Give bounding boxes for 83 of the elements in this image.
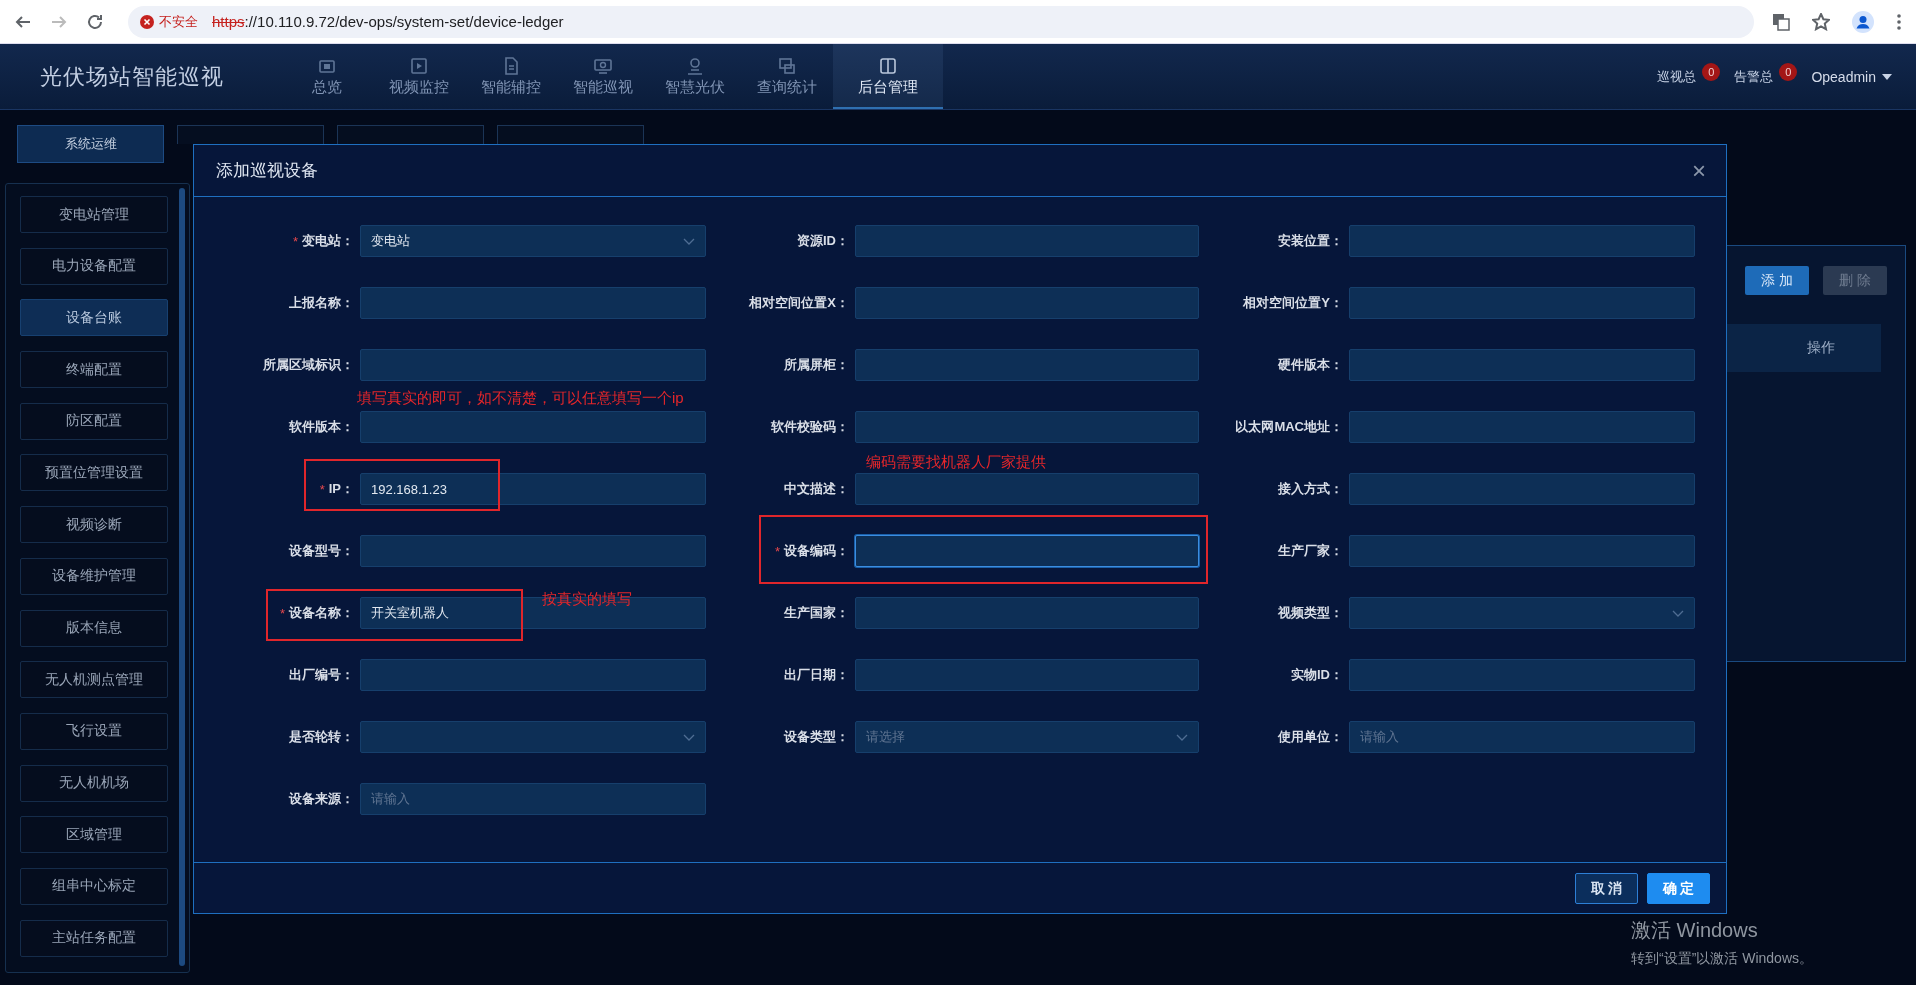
nav-tab[interactable]: 视频监控 (373, 44, 465, 109)
field-label: 设备名称： (289, 604, 354, 622)
field-label: 设备型号： (289, 542, 354, 560)
field-label: 生产国家： (784, 604, 849, 622)
field-label: 是否轮转： (289, 728, 354, 746)
tab[interactable]: 系统运维 (17, 125, 164, 163)
field-label: 接入方式： (1278, 480, 1343, 498)
nav-tab[interactable]: 查询统计 (741, 44, 833, 109)
cancel-button[interactable]: 取 消 (1575, 873, 1638, 904)
add-button[interactable]: 添 加 (1745, 266, 1809, 295)
field-label: 软件版本： (289, 418, 354, 436)
sidebar-item[interactable]: 预置位管理设置 (20, 454, 168, 492)
count-badge: 0 (1779, 62, 1798, 81)
user-name[interactable]: Opeadmin (1811, 68, 1876, 85)
field-label: 出厂日期： (784, 666, 849, 684)
sidebar-item[interactable]: 视频诊断 (20, 506, 168, 544)
required-mark: * (774, 543, 780, 559)
field-label: 以太网MAC地址： (1235, 418, 1343, 436)
field-label: 硬件版本： (1278, 356, 1343, 374)
sidebar-item[interactable]: 版本信息 (20, 609, 168, 647)
field-label: 中文描述： (784, 480, 849, 498)
field-label: 视频类型： (1278, 604, 1343, 622)
placeholder-text: 请输入 (371, 790, 410, 808)
nav-tab[interactable]: 总览 (281, 44, 373, 109)
field-label: 设备编码： (784, 542, 849, 560)
column-header: 操作 (1806, 338, 1836, 357)
url-scheme: https (212, 13, 245, 30)
nav-tab[interactable]: 智慧光伏 (649, 44, 741, 109)
required-mark: * (319, 481, 325, 497)
field-label: 软件校验码： (771, 418, 849, 436)
field-label: 上报名称： (289, 294, 354, 312)
app-title: 光伏场站智能巡视 (39, 62, 225, 91)
sidebar-item[interactable]: 设备台账 (20, 299, 168, 337)
placeholder-text: 请选择 (866, 728, 905, 746)
field-label: 设备来源： (289, 790, 354, 808)
field-value: 192.168.1.23 (371, 481, 447, 497)
field-value: 开关室机器人 (371, 604, 449, 622)
field-label: 相对空间位置Y： (1243, 294, 1343, 312)
sidebar-item[interactable]: 设备维护管理 (20, 557, 168, 595)
select-field[interactable]: 变电站 (360, 225, 706, 257)
field-label: 相对空间位置X： (749, 294, 849, 312)
counter-label: 告警总 (1734, 67, 1774, 86)
field-label: 所属屏柜： (784, 356, 849, 374)
sidebar-item[interactable]: 无人机测点管理 (20, 661, 168, 699)
field-label: IP： (328, 480, 354, 498)
field-label: 变电站： (302, 232, 354, 250)
security-chip[interactable]: 不安全 (140, 12, 198, 31)
required-mark: * (292, 233, 298, 249)
sidebar-item[interactable]: 终端配置 (20, 351, 168, 389)
field-label: 安装位置： (1278, 232, 1343, 250)
nav-tab[interactable]: 后台管理 (833, 44, 943, 109)
annotation-text: 填写真实的即可，如不清楚，可以任意填写一个ip (357, 389, 684, 408)
placeholder-text: 请输入 (1360, 728, 1399, 746)
count-badge: 0 (1702, 62, 1721, 81)
address-bar[interactable]: 不安全 https://10.110.9.72/dev-ops/system-set/device-ledger (128, 5, 1754, 38)
field-label: 使用单位： (1278, 728, 1343, 746)
security-label: 不安全 (159, 12, 198, 31)
close-button[interactable]: × (1692, 158, 1706, 183)
field-label: 出厂编号： (289, 666, 354, 684)
field-label: 所属区域标识： (263, 356, 354, 374)
field-label: 资源ID： (797, 232, 849, 250)
nav-tab[interactable]: 智能巡视 (557, 44, 649, 109)
activation-title: 激活 Windows (1631, 918, 1759, 943)
sidebar-item[interactable]: 无人机机场 (20, 764, 168, 802)
sidebar-item[interactable]: 飞行设置 (20, 712, 168, 750)
field-label: 实物ID： (1291, 666, 1343, 684)
activation-hint: 转到“设置”以激活 Windows。 (1631, 950, 1813, 968)
url-text: ://10.110.9.72/dev-ops/system-set/device-ledger (244, 13, 564, 30)
sidebar-item[interactable]: 变电站管理 (20, 196, 168, 233)
annotation-text: 编码需要找机器人厂家提供 (866, 453, 1046, 472)
sidebar-item[interactable]: 电力设备配置 (20, 247, 168, 285)
field-value: 变电站 (371, 232, 410, 250)
required-mark: * (279, 605, 285, 621)
sidebar-item[interactable]: 主站任务配置 (20, 919, 168, 957)
sidebar-item[interactable]: 组串中心标定 (20, 867, 168, 905)
field-label: 生产厂家： (1278, 542, 1343, 560)
sidebar-item[interactable]: 区域管理 (20, 816, 168, 854)
input-field[interactable]: 192.168.1.23 (360, 473, 706, 505)
dialog-title: 添加巡视设备 (216, 160, 318, 182)
nav-tab[interactable]: 智能辅控 (465, 44, 557, 109)
counter-label: 巡视总 (1657, 67, 1697, 86)
sidebar-item[interactable]: 防区配置 (20, 402, 168, 440)
field-label: 设备类型： (784, 728, 849, 746)
